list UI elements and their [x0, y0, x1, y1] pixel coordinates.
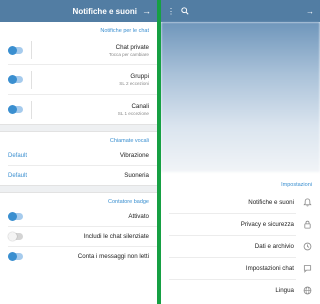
chat-bubble-icon: [302, 264, 312, 274]
section-header-settings: Impostazioni: [281, 182, 312, 188]
section-gap: [0, 124, 157, 132]
setting-row-channels[interactable]: Canali SL 1 eccezione: [0, 95, 157, 124]
row-title: Vibrazione: [119, 152, 149, 159]
row-subtitle: Tocca per cambiare: [108, 51, 149, 57]
notifications-title: Notifiche e suoni: [72, 6, 137, 16]
setting-row-count-unread[interactable]: Conta i messaggi non letti: [0, 247, 157, 266]
toggle-channels[interactable]: [8, 105, 23, 114]
divider: [31, 70, 32, 89]
row-title: Canali: [131, 103, 149, 110]
globe-icon: [302, 286, 312, 296]
row-title: Gruppi: [130, 73, 149, 80]
section-header-badge-counter: Contatore badge: [108, 199, 149, 205]
settings-header: ⋮ →: [161, 0, 320, 22]
settings-item-notifications[interactable]: Notifiche e suoni: [161, 192, 320, 213]
settings-panel: ⋮ → Impostazioni Notifiche e suoni Priva…: [161, 0, 320, 304]
settings-item-data-storage[interactable]: Dati e archivio: [161, 236, 320, 257]
search-icon[interactable]: [181, 7, 189, 15]
more-options-icon[interactable]: ⋮: [167, 7, 175, 16]
setting-row-include-muted[interactable]: Includi le chat silenziate: [0, 227, 157, 246]
row-value: Default: [8, 152, 28, 159]
notifications-panel: Notifiche e suoni → Notifiche per le cha…: [0, 0, 157, 304]
section-gap: [0, 185, 157, 193]
toggle-private-chats[interactable]: [8, 45, 23, 55]
row-subtitle: SL 1 eccezione: [117, 111, 149, 116]
settings-item-label: Privacy e sicurezza: [240, 221, 294, 228]
section-header-voice-calls: Chiamate vocali: [109, 138, 149, 144]
toggle-include-muted[interactable]: [8, 232, 23, 241]
settings-item-chat-settings[interactable]: Impostazioni chat: [161, 258, 320, 279]
toggle-groups[interactable]: [8, 75, 23, 84]
row-title: Chat private: [115, 43, 149, 51]
notifications-header: Notifiche e suoni →: [0, 0, 157, 22]
settings-item-privacy[interactable]: Privacy e sicurezza: [161, 214, 320, 235]
row-title: Includi le chat silenziate: [83, 233, 149, 240]
profile-area-blurred: [161, 22, 320, 172]
settings-item-label: Impostazioni chat: [245, 265, 294, 272]
back-arrow-icon[interactable]: →: [306, 7, 314, 16]
settings-item-label: Dati e archivio: [254, 243, 294, 250]
toggle-count-unread[interactable]: [8, 252, 23, 261]
toggle-enabled[interactable]: [8, 212, 23, 221]
divider: [31, 100, 32, 119]
settings-item-label: Notifiche e suoni: [248, 199, 294, 206]
settings-list: Impostazioni Notifiche e suoni Privacy e…: [161, 176, 320, 301]
back-arrow-icon[interactable]: →: [137, 6, 151, 16]
divider: [31, 41, 32, 59]
setting-row-private-chats[interactable]: Chat private Tocca per cambiare: [0, 36, 157, 64]
setting-row-vibration[interactable]: Default Vibrazione: [0, 146, 157, 165]
clock-icon: [302, 242, 312, 252]
row-title: Attivato: [128, 213, 149, 220]
bell-icon: [302, 198, 312, 208]
section-header-chat-notifications: Notifiche per le chat: [100, 28, 149, 34]
setting-row-ringtone[interactable]: Default Suoneria: [0, 166, 157, 185]
row-subtitle: SL 2 eccezioni: [119, 81, 149, 86]
settings-item-label: Lingua: [275, 287, 294, 294]
setting-row-enabled[interactable]: Attivato: [0, 207, 157, 226]
settings-item-language[interactable]: Lingua: [161, 280, 320, 301]
row-value: Default: [8, 172, 28, 179]
row-title: Suoneria: [124, 172, 149, 179]
lock-icon: [302, 220, 312, 230]
setting-row-groups[interactable]: Gruppi SL 2 eccezioni: [0, 65, 157, 94]
row-title: Conta i messaggi non letti: [77, 253, 149, 260]
